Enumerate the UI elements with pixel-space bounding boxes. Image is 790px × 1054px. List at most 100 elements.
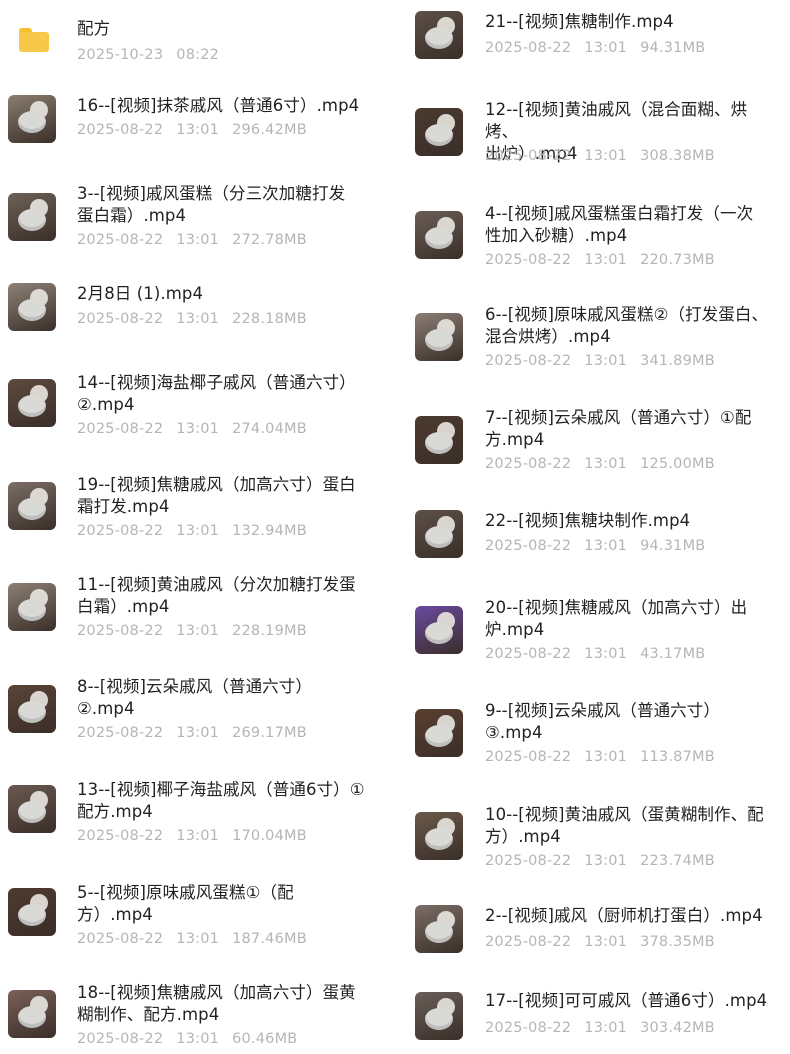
file-meta: 2025-08-22 13:01 303.42MB [485, 1020, 728, 1036]
video-thumbnail-icon [8, 193, 56, 241]
file-name: 17--[视频]可可戚风（普通6寸）.mp4 [485, 991, 768, 1010]
file-date: 2025-08-22 [485, 353, 572, 369]
file-meta: 2025-08-22 13:01 274.04MB [77, 421, 320, 437]
file-size: 308.38MB [640, 148, 715, 164]
file-date: 2025-08-22 [485, 40, 572, 56]
file-name: 20--[视频]焦糖戚风（加高六寸）出 炉.mp4 [485, 598, 748, 639]
file-time: 13:01 [584, 853, 628, 869]
file-date: 2025-08-22 [77, 421, 164, 437]
file-time: 13:01 [176, 931, 220, 947]
file-name: 10--[视频]黄油戚风（蛋黄糊制作、配 方）.mp4 [485, 805, 764, 846]
file-size: 113.87MB [640, 749, 715, 765]
file-date: 2025-08-22 [485, 853, 572, 869]
file-size: 220.73MB [640, 252, 715, 268]
file-time: 13:01 [584, 148, 628, 164]
file-date: 2025-08-22 [485, 646, 572, 662]
file-name: 21--[视频]焦糖制作.mp4 [485, 12, 674, 31]
file-time: 13:01 [584, 1020, 628, 1036]
file-name: 2月8日 (1).mp4 [77, 284, 204, 303]
folder-icon [19, 28, 49, 52]
video-thumbnail-icon [415, 709, 463, 757]
video-thumbnail-icon [8, 785, 56, 833]
file-meta: 2025-10-23 08:22 [77, 47, 232, 63]
file-date: 2025-08-22 [77, 931, 164, 947]
file-time: 13:01 [584, 646, 628, 662]
file-size: 170.04MB [232, 828, 307, 844]
file-name: 22--[视频]焦糖块制作.mp4 [485, 511, 691, 530]
file-size: 296.42MB [232, 122, 307, 138]
file-time: 13:01 [176, 523, 220, 539]
file-date: 2025-08-22 [77, 122, 164, 138]
file-meta: 2025-08-22 13:01 60.46MB [77, 1031, 310, 1047]
file-time: 13:01 [176, 725, 220, 741]
file-meta: 2025-08-22 13:01 43.17MB [485, 646, 718, 662]
file-size: 223.74MB [640, 853, 715, 869]
file-size: 378.35MB [640, 934, 715, 950]
file-date: 2025-08-22 [485, 148, 572, 164]
file-name: 19--[视频]焦糖戚风（加高六寸）蛋白 霜打发.mp4 [77, 475, 356, 516]
video-thumbnail-icon [8, 583, 56, 631]
video-thumbnail-icon [415, 606, 463, 654]
video-thumbnail-icon [8, 990, 56, 1038]
file-size: 228.19MB [232, 623, 307, 639]
file-time: 08:22 [176, 47, 220, 63]
file-name: 3--[视频]戚风蛋糕（分三次加糖打发 蛋白霜）.mp4 [77, 184, 346, 225]
video-thumbnail-icon [415, 211, 463, 259]
file-meta: 2025-08-22 13:01 94.31MB [485, 40, 718, 56]
file-meta: 2025-08-22 13:01 272.78MB [77, 232, 320, 248]
file-size: 43.17MB [640, 646, 706, 662]
file-date: 2025-08-22 [485, 252, 572, 268]
file-meta: 2025-08-22 13:01 296.42MB [77, 122, 320, 138]
file-meta: 2025-08-22 13:01 308.38MB [485, 148, 728, 164]
file-size: 60.46MB [232, 1031, 298, 1047]
file-name: 4--[视频]戚风蛋糕蛋白霜打发（一次 性加入砂糖）.mp4 [485, 204, 754, 245]
file-size: 272.78MB [232, 232, 307, 248]
file-date: 2025-08-22 [485, 538, 572, 554]
file-meta: 2025-08-22 13:01 228.19MB [77, 623, 320, 639]
file-time: 13:01 [176, 828, 220, 844]
file-time: 13:01 [176, 1031, 220, 1047]
file-time: 13:01 [584, 353, 628, 369]
file-name: 14--[视频]海盐椰子戚风（普通六寸） ②.mp4 [77, 373, 356, 414]
file-size: 187.46MB [232, 931, 307, 947]
file-name: 18--[视频]焦糖戚风（加高六寸）蛋黄 糊制作、配方.mp4 [77, 983, 356, 1024]
file-size: 94.31MB [640, 538, 706, 554]
file-size: 303.42MB [640, 1020, 715, 1036]
file-date: 2025-08-22 [485, 749, 572, 765]
file-time: 13:01 [584, 538, 628, 554]
file-meta: 2025-08-22 13:01 220.73MB [485, 252, 728, 268]
file-meta: 2025-08-22 13:01 223.74MB [485, 853, 728, 869]
file-date: 2025-08-22 [485, 934, 572, 950]
video-thumbnail-icon [8, 482, 56, 530]
file-meta: 2025-08-22 13:01 125.00MB [485, 456, 728, 472]
file-size: 125.00MB [640, 456, 715, 472]
file-time: 13:01 [584, 252, 628, 268]
video-thumbnail-icon [415, 416, 463, 464]
file-date: 2025-10-23 [77, 47, 164, 63]
file-meta: 2025-08-22 13:01 170.04MB [77, 828, 320, 844]
file-date: 2025-08-22 [77, 311, 164, 327]
video-thumbnail-icon [415, 313, 463, 361]
file-meta: 2025-08-22 13:01 132.94MB [77, 523, 320, 539]
file-time: 13:01 [584, 40, 628, 56]
video-thumbnail-icon [415, 11, 463, 59]
file-name: 7--[视频]云朵戚风（普通六寸）①配 方.mp4 [485, 408, 752, 449]
file-meta: 2025-08-22 13:01 187.46MB [77, 931, 320, 947]
file-time: 13:01 [584, 749, 628, 765]
video-thumbnail-icon [8, 95, 56, 143]
video-thumbnail-icon [415, 812, 463, 860]
video-thumbnail-icon [415, 510, 463, 558]
file-meta: 2025-08-22 13:01 228.18MB [77, 311, 320, 327]
file-time: 13:01 [584, 934, 628, 950]
video-thumbnail-icon [8, 283, 56, 331]
file-time: 13:01 [176, 421, 220, 437]
file-size: 274.04MB [232, 421, 307, 437]
file-date: 2025-08-22 [77, 232, 164, 248]
file-date: 2025-08-22 [77, 725, 164, 741]
file-name: 16--[视频]抹茶戚风（普通6寸）.mp4 [77, 96, 360, 115]
file-date: 2025-08-22 [485, 1020, 572, 1036]
video-thumbnail-icon [8, 379, 56, 427]
file-date: 2025-08-22 [77, 828, 164, 844]
file-size: 132.94MB [232, 523, 307, 539]
video-thumbnail-icon [8, 685, 56, 733]
